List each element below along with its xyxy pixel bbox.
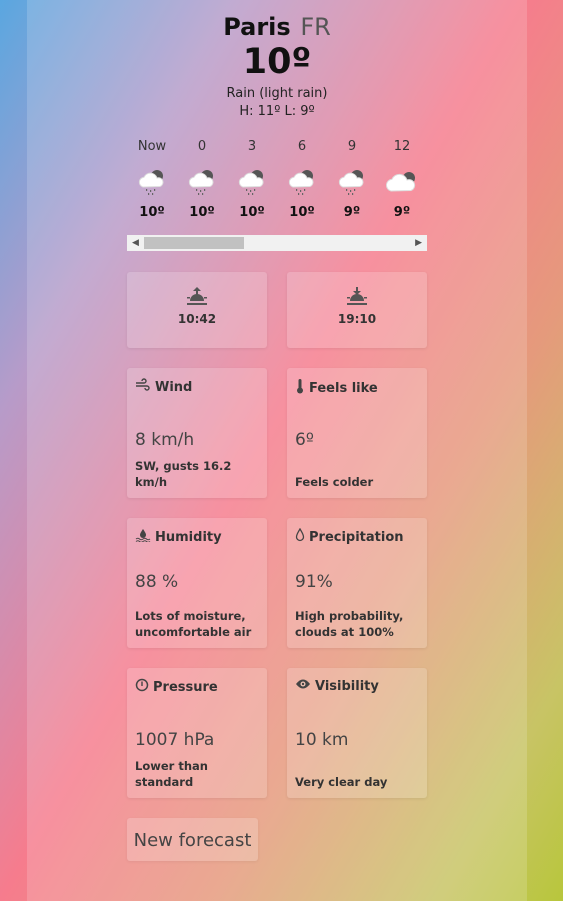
card-header: Wind	[135, 378, 192, 396]
gauge-icon	[135, 678, 149, 696]
hour-time: 3	[247, 139, 257, 154]
visibility-description: Very clear day	[295, 775, 388, 789]
card-title: Humidity	[155, 529, 222, 545]
sunrise-icon	[127, 286, 267, 310]
hour-time: 0	[197, 139, 207, 154]
wind-icon	[135, 378, 151, 396]
card-title: Pressure	[153, 679, 218, 695]
sunset-time: 19:10	[337, 312, 377, 326]
card-header: Precipitation	[295, 527, 404, 546]
high-low: H: 11º L: 9º	[239, 104, 315, 119]
feels-like-card: Feels like 6º Feels colder	[287, 368, 427, 498]
card-title: Feels like	[309, 380, 378, 396]
hour-temperature: 10º	[239, 205, 265, 220]
visibility-card: Visibility 10 km Very clear day	[287, 668, 427, 798]
current-condition: Rain (light rain)	[226, 86, 328, 101]
precipitation-card: Precipitation 91% High probability, clou…	[287, 518, 427, 648]
hour-item: 12 9º	[377, 137, 427, 221]
city-name: Paris	[223, 13, 291, 41]
feels-like-description: Feels colder	[295, 475, 374, 489]
sunrise-time: 10:42	[177, 312, 217, 326]
sunrise-card: 10:42	[127, 272, 267, 348]
pressure-description: Lower than standard	[135, 759, 208, 789]
hour-time: 6	[297, 139, 307, 154]
cloud-rain-icon	[327, 165, 377, 199]
card-header: Humidity	[135, 528, 222, 546]
country-code: FR	[300, 13, 331, 41]
humidity-description: Lots of moisture, uncomfortable air	[135, 609, 252, 639]
cloud-icon	[377, 165, 427, 199]
pressure-value: 1007 hPa	[135, 730, 215, 750]
hour-temperature: 9º	[343, 205, 361, 220]
card-title: Precipitation	[309, 529, 404, 545]
hour-item: 0 10º	[177, 137, 227, 221]
scroll-left-icon[interactable]: ◀	[132, 238, 139, 248]
humidity-value: 88 %	[135, 572, 179, 592]
hour-time: 12	[393, 139, 411, 154]
hour-temperature: 10º	[189, 205, 215, 220]
scrollbar-thumb[interactable]	[144, 237, 244, 249]
hour-temperature: 9º	[393, 205, 411, 220]
cloud-rain-icon	[127, 165, 177, 199]
content-panel	[27, 0, 527, 901]
card-title: Visibility	[315, 678, 379, 694]
cloud-rain-icon	[227, 165, 277, 199]
cloud-rain-icon	[177, 165, 227, 199]
hour-time: Now	[137, 139, 167, 154]
droplet-icon	[295, 527, 305, 546]
hourly-scrollbar[interactable]: ◀ ▶	[127, 235, 427, 251]
hour-item: 9 9º	[327, 137, 377, 221]
hour-item: 3 10º	[227, 137, 277, 221]
new-forecast-button[interactable]: New forecast	[127, 818, 258, 861]
humidity-icon	[135, 528, 151, 546]
hour-time: 9	[347, 139, 357, 154]
weather-app: Paris FR 10º Rain (light rain) H: 11º L:…	[127, 0, 427, 251]
precipitation-value: 91%	[295, 572, 333, 592]
current-temperature: 10º	[242, 42, 312, 82]
wind-description: SW, gusts 16.2 km/h	[135, 459, 232, 489]
card-header: Pressure	[135, 678, 218, 696]
hour-item: 6 10º	[277, 137, 327, 221]
pressure-card: Pressure 1007 hPa Lower than standard	[127, 668, 267, 798]
card-title: Wind	[155, 379, 193, 395]
cloud-rain-icon	[277, 165, 327, 199]
sunset-card: 19:10	[287, 272, 427, 348]
wind-card: Wind 8 km/h SW, gusts 16.2 km/h	[127, 368, 267, 498]
wind-value: 8 km/h	[135, 430, 195, 450]
humidity-card: Humidity 88 % Lots of moisture, uncomfor…	[127, 518, 267, 648]
card-header: Feels like	[295, 378, 378, 398]
hour-item: Now 10º	[127, 137, 177, 221]
precipitation-description: High probability, clouds at 100%	[295, 609, 404, 639]
visibility-value: 10 km	[295, 730, 349, 750]
hour-temperature: 10º	[289, 205, 315, 220]
eye-icon	[295, 678, 311, 694]
thermometer-icon	[295, 378, 305, 398]
feels-like-value: 6º	[295, 430, 314, 450]
sunset-icon	[287, 286, 427, 310]
scroll-right-icon[interactable]: ▶	[415, 238, 422, 248]
location-heading: Paris FR	[127, 12, 427, 42]
hourly-forecast[interactable]: Now 10º 0 10º 3 10º 6 10º 9 9º 12 9º ◀ ▶	[127, 137, 427, 251]
card-header: Visibility	[295, 678, 379, 694]
hour-temperature: 10º	[139, 205, 165, 220]
